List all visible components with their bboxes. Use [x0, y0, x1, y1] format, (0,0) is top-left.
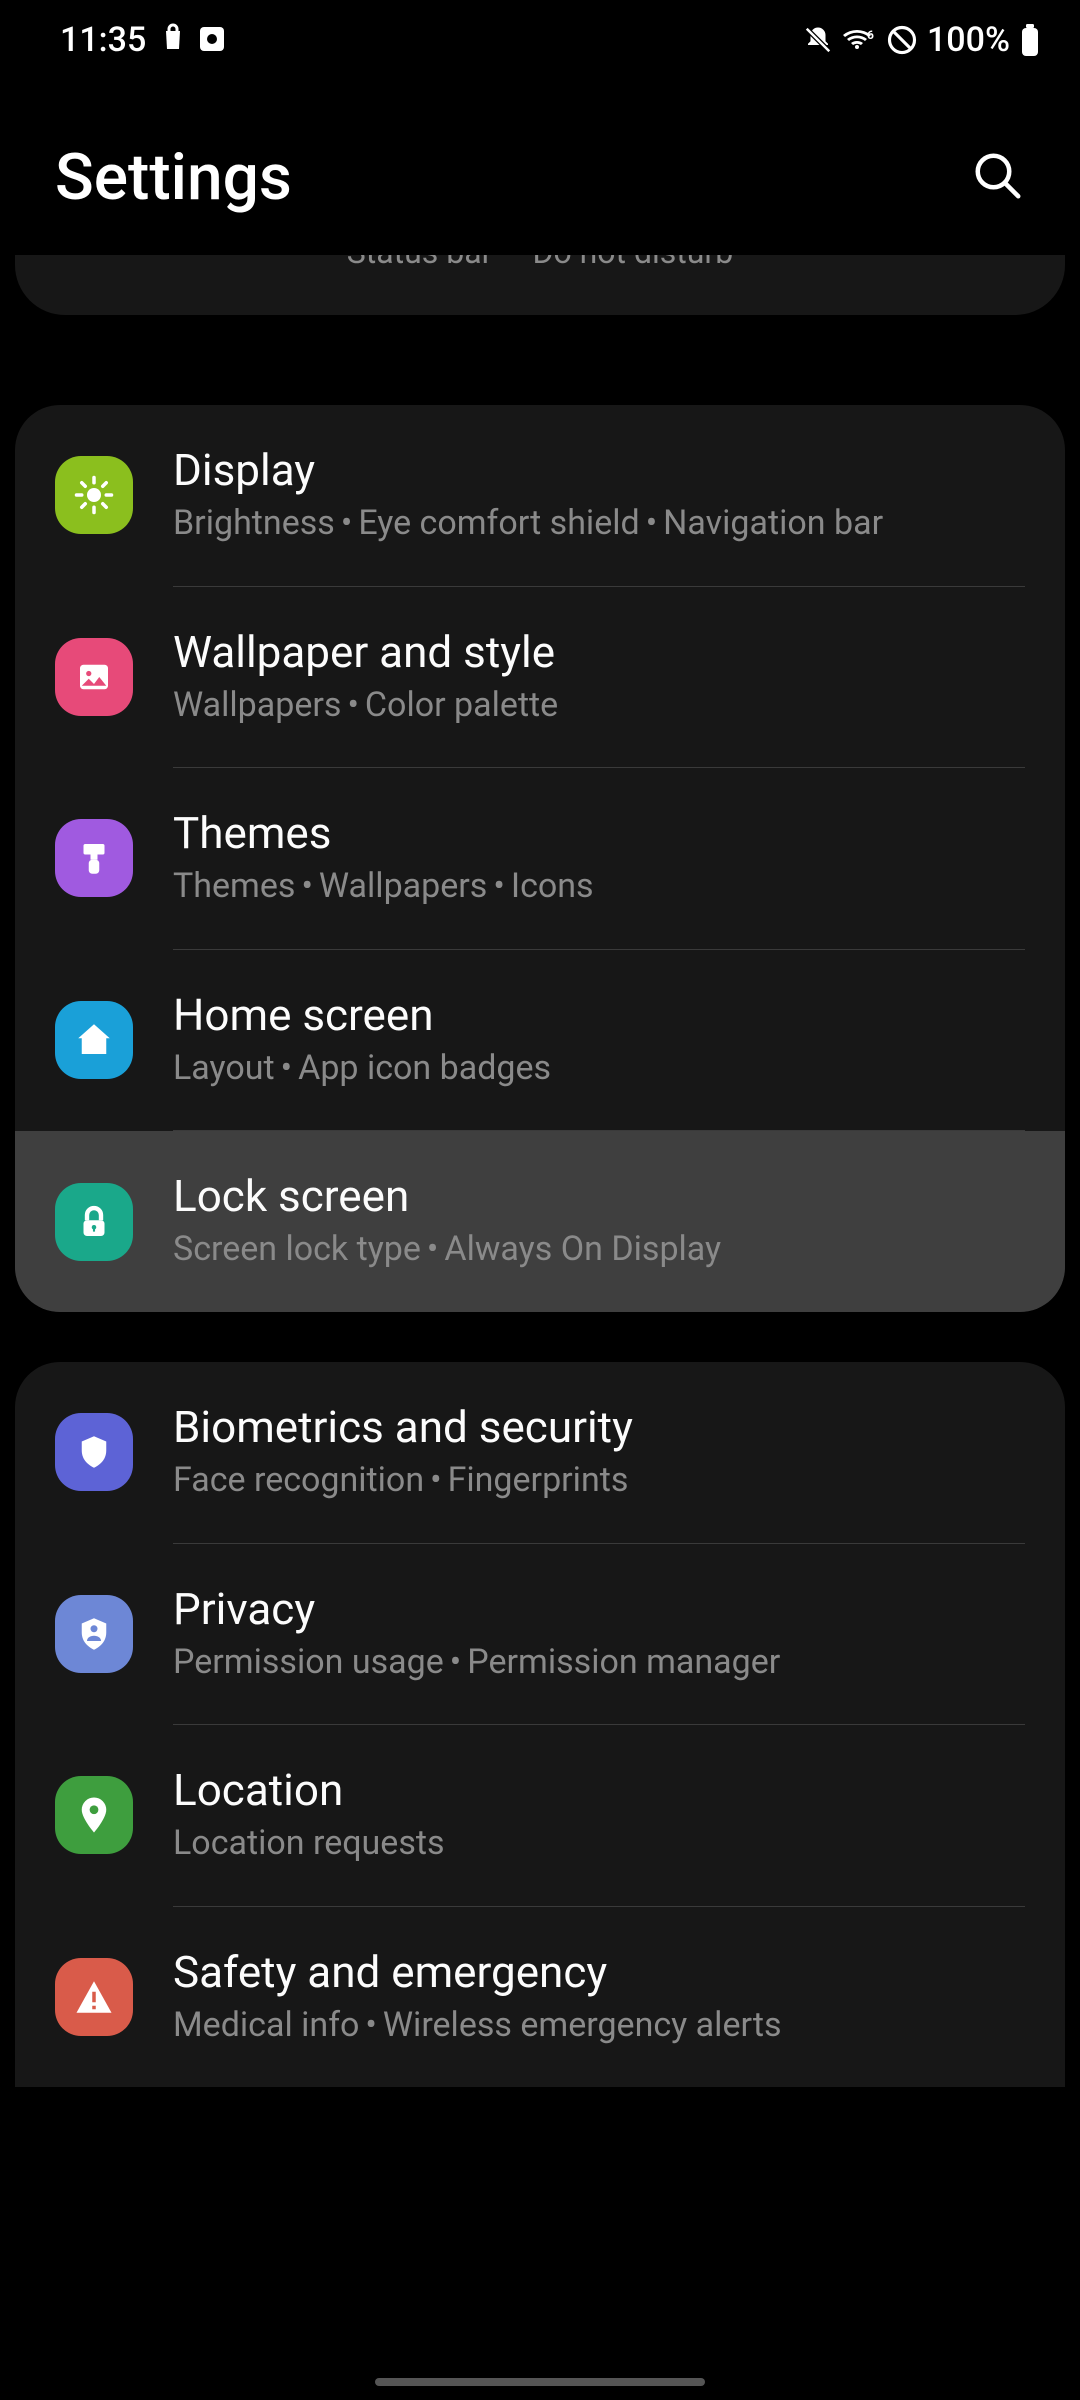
row-title: Home screen — [173, 988, 1025, 1043]
picture-icon — [55, 638, 133, 716]
display-group: DisplayBrightness•Eye comfort shield•Nav… — [15, 405, 1065, 1312]
page-title: Settings — [55, 140, 292, 215]
no-data-icon — [887, 25, 917, 55]
svg-text:6: 6 — [867, 28, 874, 42]
settings-row-display[interactable]: DisplayBrightness•Eye comfort shield•Nav… — [15, 405, 1065, 586]
partial-text-b: Do not disturb — [532, 255, 733, 271]
row-subtitle: Screen lock type•Always On Display — [173, 1226, 1025, 1274]
row-title: Themes — [173, 806, 1025, 861]
pin-icon — [55, 1776, 133, 1854]
row-subtitle: Themes•Wallpapers•Icons — [173, 863, 1025, 911]
home-icon — [55, 1001, 133, 1079]
battery-text: 100% — [927, 20, 1010, 60]
privacy-icon — [55, 1595, 133, 1673]
settings-row-safety[interactable]: Safety and emergencyMedical info•Wireles… — [15, 1907, 1065, 2088]
security-group: Biometrics and securityFace recognition•… — [15, 1362, 1065, 2087]
row-title: Biometrics and security — [173, 1400, 1025, 1455]
row-title: Safety and emergency — [173, 1945, 1025, 2000]
warning-icon — [55, 1958, 133, 2036]
partial-text-a: Status bar — [347, 255, 493, 271]
lock-icon — [55, 1183, 133, 1261]
battery-icon — [1020, 24, 1040, 56]
row-subtitle: Face recognition•Fingerprints — [173, 1457, 1025, 1505]
row-title: Display — [173, 443, 1025, 498]
row-subtitle: Brightness•Eye comfort shield•Navigation… — [173, 500, 1025, 548]
settings-row-lock-screen[interactable]: Lock screenScreen lock type•Always On Di… — [15, 1131, 1065, 1312]
mute-icon — [803, 25, 833, 55]
status-bar: 11:35 6 100% — [0, 0, 1080, 80]
brush-icon — [55, 819, 133, 897]
row-title: Wallpaper and style — [173, 625, 1025, 680]
page-header: Settings — [0, 80, 1080, 255]
wifi-icon: 6 — [843, 27, 877, 53]
status-time: 11:35 — [60, 20, 146, 60]
row-subtitle: Layout•App icon badges — [173, 1045, 1025, 1093]
settings-row-biometrics[interactable]: Biometrics and securityFace recognition•… — [15, 1362, 1065, 1543]
app-icon — [200, 20, 224, 60]
settings-row-privacy[interactable]: PrivacyPermission usage•Permission manag… — [15, 1544, 1065, 1725]
row-subtitle: Location requests — [173, 1820, 1025, 1868]
settings-row-wallpaper[interactable]: Wallpaper and styleWallpapers•Color pale… — [15, 587, 1065, 768]
row-title: Privacy — [173, 1582, 1025, 1637]
search-button[interactable] — [971, 149, 1025, 206]
row-subtitle: Medical info•Wireless emergency alerts — [173, 2002, 1025, 2050]
row-subtitle: Wallpapers•Color palette — [173, 682, 1025, 730]
shopping-icon — [160, 20, 186, 60]
row-subtitle: Permission usage•Permission manager — [173, 1639, 1025, 1687]
settings-row-themes[interactable]: ThemesThemes•Wallpapers•Icons — [15, 768, 1065, 949]
nav-handle[interactable] — [375, 2378, 705, 2386]
shield-icon — [55, 1413, 133, 1491]
sun-icon — [55, 456, 133, 534]
settings-row-home-screen[interactable]: Home screenLayout•App icon badges — [15, 950, 1065, 1131]
search-icon — [971, 149, 1025, 203]
partial-previous-card[interactable]: Status bar Do not disturb — [15, 255, 1065, 315]
row-title: Lock screen — [173, 1169, 1025, 1224]
settings-row-location[interactable]: LocationLocation requests — [15, 1725, 1065, 1906]
row-title: Location — [173, 1763, 1025, 1818]
